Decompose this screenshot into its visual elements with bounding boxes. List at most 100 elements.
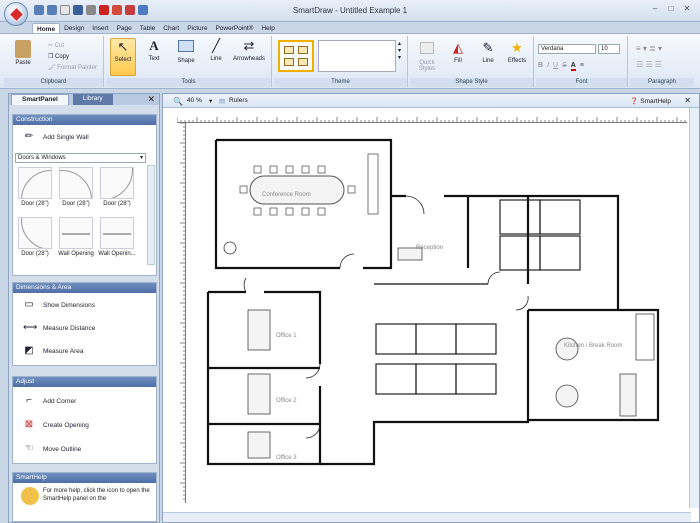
doors-windows-select[interactable]: Doors & Windows ▾ [15, 153, 146, 163]
vertical-scrollbar[interactable] [689, 108, 699, 508]
tools-group-label: Tools [106, 78, 271, 87]
tools-group: ↖ Select A Text Shape ╱ Line ⇄ Arrowhead… [106, 36, 272, 87]
maximize-button[interactable]: □ [664, 3, 678, 15]
close-button[interactable]: ✕ [680, 3, 694, 15]
highlight-icon[interactable]: ≡ [580, 62, 584, 71]
font-face-select[interactable]: Verdana [538, 44, 596, 54]
select-tool-button[interactable]: ↖ Select [110, 38, 136, 76]
align-icons[interactable]: ≡ ▾ ≣ ▾ [636, 44, 662, 53]
ribbon: Paste ✂ Cut ❐ Copy 🖌 Format Painter Clip… [0, 33, 700, 89]
format-painter-label: Format Painter [57, 65, 97, 71]
shape-label: Door (28") [21, 251, 49, 257]
smarthelp-header: SmartHelp [13, 473, 156, 483]
clipboard-icon [15, 40, 31, 58]
theme-scroll[interactable]: ▴ ▾ ▾ [398, 40, 404, 72]
shape-door-1[interactable]: Door (28") [16, 167, 54, 207]
show-dimensions-item[interactable]: ▭ Show Dimensions [23, 299, 95, 311]
create-opening-label: Create Opening [43, 421, 89, 429]
shape-style-group: Quick Styles ◭ Fill ✎ Line ★ Effects Sha… [410, 36, 534, 87]
smartdraw-logo-icon [8, 6, 25, 23]
shape-label: Door (28") [62, 201, 90, 207]
italic-button[interactable]: I [547, 62, 549, 71]
cut-button[interactable]: ✂ Cut [48, 42, 64, 49]
tab-smartpanel[interactable]: SmartPanel [11, 94, 69, 105]
text-tool-button[interactable]: A Text [142, 38, 166, 62]
add-single-wall-item[interactable]: ✏ Add Single Wall [23, 131, 89, 143]
measure-area-label: Measure Area [43, 347, 84, 355]
room-label-office-1: Office 1 [276, 333, 297, 339]
line-tool-button[interactable]: ╱ Line [204, 38, 228, 62]
theme-option-2[interactable] [318, 40, 396, 72]
shape-style-group-label: Shape Style [410, 78, 533, 87]
font-size-select[interactable]: 10 [598, 44, 620, 54]
paste-label: Paste [15, 60, 31, 66]
quick-styles-button[interactable]: Quick Styles [412, 40, 442, 72]
conference-table[interactable] [249, 175, 345, 205]
quick-styles-label: Quick Styles [418, 60, 436, 72]
vertical-ruler [177, 123, 186, 503]
horizontal-scrollbar[interactable] [163, 512, 691, 522]
dimensions-section: Dimensions & Area ▭ Show Dimensions ⟷ Me… [12, 282, 157, 366]
theme-option-1[interactable] [278, 40, 314, 72]
underline-button[interactable]: U [553, 62, 558, 71]
rulers-toggle[interactable]: Rulers [229, 97, 248, 104]
font-color-icon[interactable]: A [570, 62, 576, 71]
fill-button[interactable]: ◭ Fill [446, 40, 470, 64]
font-group-label: Font [536, 78, 627, 87]
shape-door-3[interactable]: Door (28") [98, 167, 136, 207]
panel-close-icon[interactable]: ✕ [147, 94, 155, 105]
effects-label: Effects [507, 58, 527, 64]
move-outline-label: Move Outline [43, 445, 82, 453]
tab-library[interactable]: Library [72, 94, 113, 105]
paste-button[interactable]: Paste [10, 40, 36, 66]
canvas-close-icon[interactable]: ✕ [684, 96, 691, 105]
format-painter-button[interactable]: 🖌 Format Painter [48, 64, 97, 71]
shapes-scrollbar[interactable] [147, 165, 155, 265]
bold-button[interactable]: B [538, 62, 543, 71]
shape-door-4[interactable]: Door (28") [16, 217, 54, 257]
line-style-button[interactable]: ✎ Line [476, 40, 500, 64]
line-style-label: Line [482, 58, 494, 64]
room-label-office-2: Office 2 [276, 398, 297, 404]
app-menu-button[interactable] [4, 2, 28, 26]
door-swing-icon [100, 167, 134, 199]
shape-tool-button[interactable]: Shape [172, 38, 200, 64]
quick-styles-icon [418, 42, 436, 58]
arrowheads-button[interactable]: ⇄ Arrowheads [230, 38, 268, 62]
clipboard-group: Paste ✂ Cut ❐ Copy 🖌 Format Painter Clip… [4, 36, 104, 87]
zoom-icon[interactable]: 🔍 [173, 97, 183, 106]
line-icon: ╱ [212, 38, 220, 53]
corner-icon: ⌐ [26, 395, 32, 406]
chevron-down-icon: ▾ [139, 155, 143, 161]
create-opening-item[interactable]: ⊠ Create Opening [23, 419, 89, 431]
opening-icon: ⊠ [24, 419, 34, 430]
wall [320, 310, 530, 466]
shape-wall-opening-2[interactable]: Wall Openin... [98, 217, 136, 257]
show-dimensions-label: Show Dimensions [43, 301, 96, 309]
wall-opening-icon [59, 217, 93, 249]
line-label: Line [210, 56, 222, 62]
ruler-ticks [177, 117, 686, 122]
copy-button[interactable]: ❐ Copy [48, 53, 69, 60]
floor-plan[interactable] [188, 124, 688, 500]
room-label-conference: Conference Room [262, 192, 311, 198]
smarthelp-link[interactable]: ❓ SmartHelp [630, 97, 671, 105]
fill-label: Fill [454, 58, 462, 64]
measure-distance-label: Measure Distance [43, 324, 96, 332]
title-bar: SmartDraw - Untitled Example 1 – □ ✕ [0, 0, 700, 26]
measure-area-item[interactable]: ◩ Measure Area [23, 345, 83, 357]
add-corner-item[interactable]: ⌐ Add Corner [23, 395, 76, 407]
ruler-icon: ⟷ [23, 322, 38, 333]
room-label-reception: Reception [416, 245, 444, 251]
measure-distance-item[interactable]: ⟷ Measure Distance [23, 322, 95, 334]
effects-button[interactable]: ★ Effects [504, 40, 530, 64]
move-outline-item[interactable]: ☜ Move Outline [23, 443, 82, 455]
shape-wall-opening[interactable]: Wall Opening [57, 217, 95, 257]
list-icons[interactable]: ☰ ☰ ☰ [636, 60, 662, 69]
zoom-level[interactable]: 40 % [187, 97, 202, 104]
horizontal-ruler [177, 114, 687, 123]
strikethrough-button[interactable]: S [562, 62, 567, 71]
minimize-button[interactable]: – [648, 3, 662, 15]
shape-door-2[interactable]: Door (28") [57, 167, 95, 207]
zoom-dropdown-icon[interactable]: ▾ [209, 97, 212, 105]
